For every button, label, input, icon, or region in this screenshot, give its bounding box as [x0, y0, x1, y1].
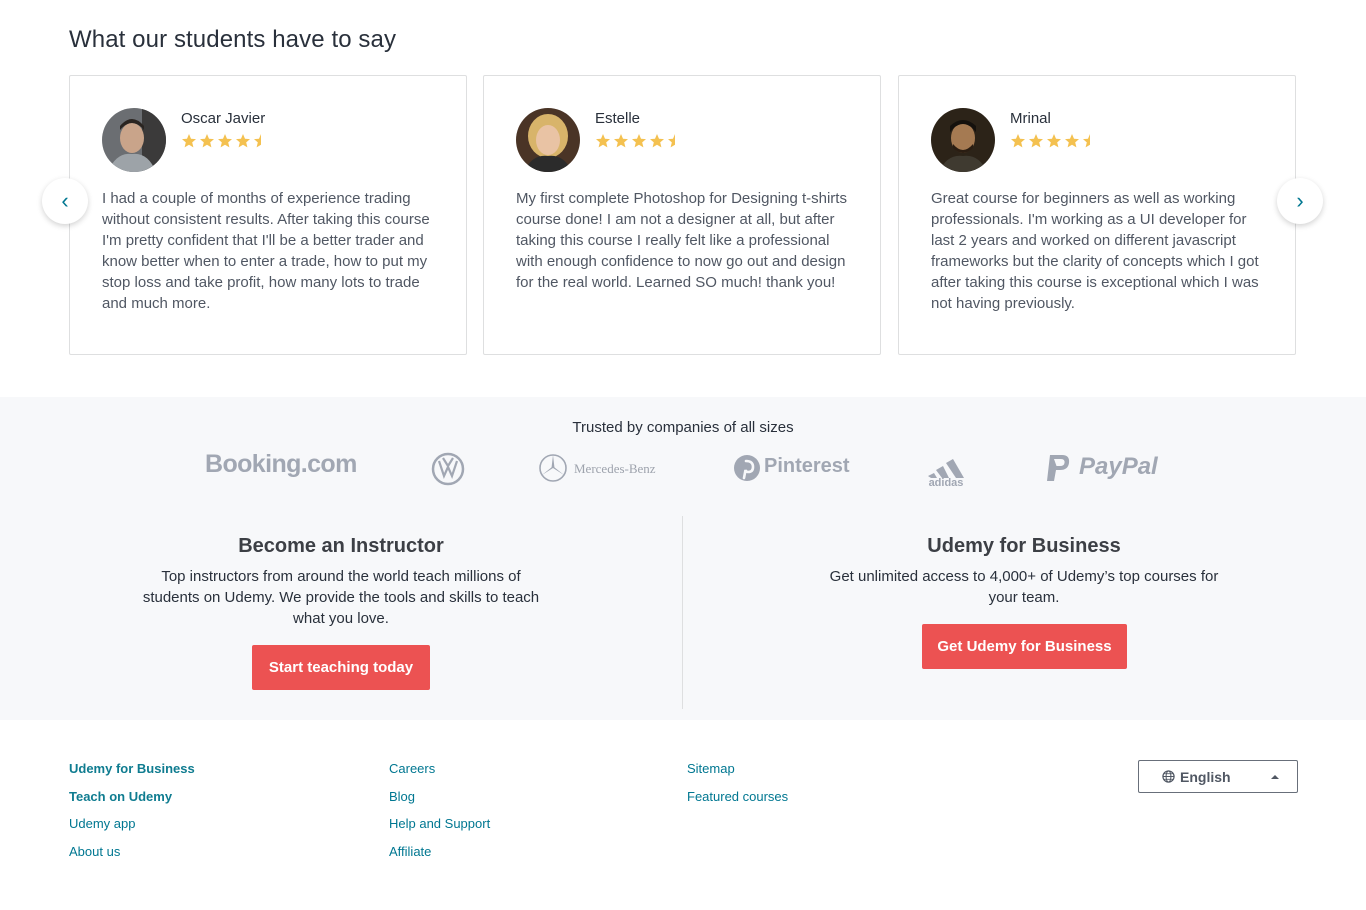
star-filled-icon [1065, 134, 1079, 148]
footer-link-about-us[interactable]: About us [69, 844, 195, 872]
star-filled-icon [1011, 134, 1025, 148]
booking-logo: Booking.com [205, 450, 357, 478]
rating-stars [181, 133, 269, 149]
instructor-title: Become an Instructor [238, 535, 444, 557]
footer-link-affiliate[interactable]: Affiliate [389, 844, 490, 872]
footer-link-udemy-app[interactable]: Udemy app [69, 816, 195, 844]
mercedes-logo: Mercedes-Benz [574, 461, 656, 476]
star-filled-icon [596, 134, 610, 148]
testimonial-quote: I had a couple of months of experience t… [102, 190, 430, 312]
testimonial-card: Mrinal Great course for beginners as wel… [898, 75, 1296, 355]
pinterest-icon [733, 454, 761, 487]
business-title: Udemy for Business [927, 535, 1121, 557]
star-filled-icon [218, 134, 232, 148]
adidas-logo: adidas [922, 452, 972, 493]
avatar [931, 108, 995, 172]
adidas-wordmark: adidas [929, 477, 964, 488]
reviewer-name: Mrinal [1010, 110, 1051, 127]
star-filled-icon [236, 134, 250, 148]
testimonial-card: Oscar Javier I had a couple of months of… [69, 75, 467, 355]
footer-link-blog[interactable]: Blog [389, 789, 490, 817]
business-text: Get unlimited access to 4,000+ of Udemy’… [829, 568, 1219, 606]
testimonial-quote: Great course for beginners as well as wo… [931, 190, 1259, 312]
footer-link-teach-on-udemy[interactable]: Teach on Udemy [69, 789, 195, 817]
testimonial-card: Estelle My first complete Photoshop for … [483, 75, 881, 355]
star-filled-icon [614, 134, 628, 148]
star-filled-icon [200, 134, 214, 148]
star-half-icon [1083, 134, 1090, 148]
carousel-prev-button[interactable]: ‹ [42, 178, 88, 224]
chevron-right-icon: › [1296, 188, 1304, 213]
companies-and-promo-section [0, 397, 1366, 720]
start-teaching-button[interactable]: Start teaching today [252, 645, 430, 690]
star-filled-icon [632, 134, 646, 148]
paypal-icon [1045, 453, 1071, 488]
star-half-icon [668, 134, 675, 148]
footer-link-careers[interactable]: Careers [389, 761, 490, 789]
rating-stars [1010, 133, 1098, 149]
globe-icon [1162, 770, 1175, 783]
footer-column-1: Udemy for Business Teach on Udemy Udemy … [69, 761, 195, 871]
language-selector[interactable]: English [1138, 760, 1298, 793]
testimonials-section: What our students have to say Oscar Javi… [0, 0, 1366, 397]
section-divider [682, 516, 683, 709]
pinterest-logo: Pinterest [764, 455, 850, 477]
footer-link-help-and-support[interactable]: Help and Support [389, 816, 490, 844]
section-title: What our students have to say [69, 26, 397, 53]
avatar [516, 108, 580, 172]
star-filled-icon [1029, 134, 1043, 148]
footer-column-2: Careers Blog Help and Support Affiliate [389, 761, 490, 871]
trusted-by-label: Trusted by companies of all sizes [572, 419, 794, 436]
testimonial-quote: My first complete Photoshop for Designin… [516, 190, 847, 291]
footer-column-3: Sitemap Featured courses [687, 761, 788, 816]
rating-stars [595, 133, 683, 149]
footer-link-udemy-for-business[interactable]: Udemy for Business [69, 761, 195, 789]
instructor-text: Top instructors from around the world te… [142, 568, 540, 627]
footer-link-featured-courses[interactable]: Featured courses [687, 789, 788, 817]
reviewer-name: Oscar Javier [181, 110, 266, 127]
paypal-logo: PayPal [1079, 453, 1158, 480]
mercedes-star-icon [538, 453, 568, 488]
carousel-next-button[interactable]: › [1277, 178, 1323, 224]
chevron-left-icon: ‹ [61, 188, 69, 213]
star-filled-icon [1047, 134, 1061, 148]
footer-link-sitemap[interactable]: Sitemap [687, 761, 788, 789]
volkswagen-logo [431, 452, 465, 491]
star-filled-icon [650, 134, 664, 148]
caret-up-icon [1271, 775, 1279, 779]
language-label: English [1180, 768, 1231, 785]
get-udemy-for-business-button[interactable]: Get Udemy for Business [922, 624, 1127, 669]
avatar [102, 108, 166, 172]
star-filled-icon [182, 134, 196, 148]
star-half-icon [254, 134, 261, 148]
reviewer-name: Estelle [595, 110, 641, 127]
